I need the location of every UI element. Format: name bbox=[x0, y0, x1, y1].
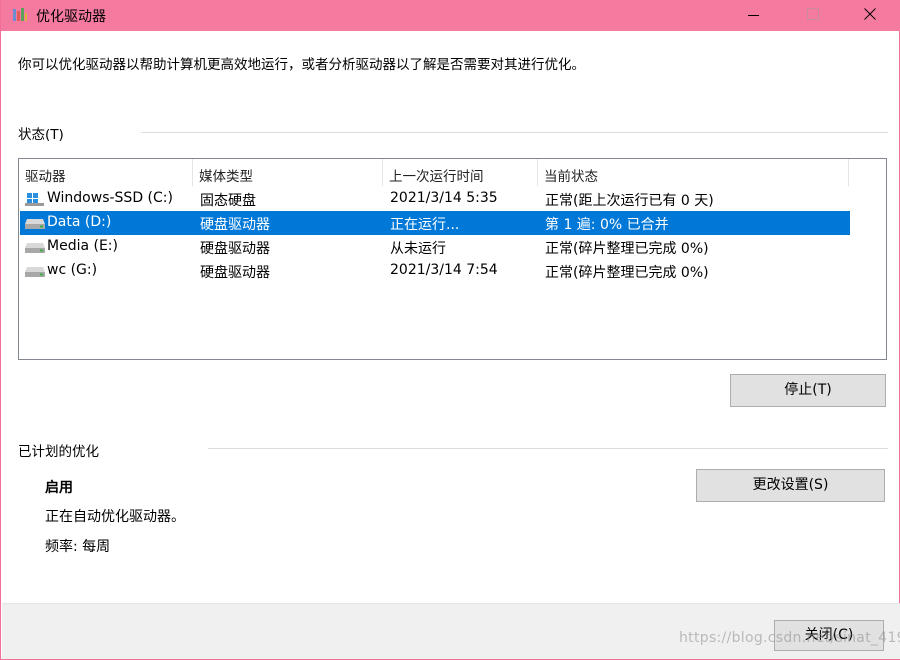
column-header-drive[interactable]: 驱动器 bbox=[19, 159, 193, 186]
drive-name: Windows-SSD (C:) bbox=[47, 190, 173, 206]
drive-row-e[interactable]: Media (E:) 硬盘驱动器 从未运行 正常(碎片整理已完成 0%) bbox=[20, 235, 850, 259]
status-group-label: 状态(T) bbox=[18, 127, 64, 143]
drive-row-d[interactable]: Data (D:) 硬盘驱动器 正在运行... 第 1 遍: 0% 已合并 bbox=[20, 211, 850, 235]
intro-text: 你可以优化驱动器以帮助计算机更高效地运行，或者分析驱动器以了解是否需要对其进行优… bbox=[18, 57, 585, 73]
drive-last-run: 从未运行 bbox=[390, 241, 446, 257]
stop-button-label: 停止(T) bbox=[784, 382, 832, 398]
drive-media: 硬盘驱动器 bbox=[200, 217, 270, 233]
drive-status: 正常(碎片整理已完成 0%) bbox=[545, 265, 709, 281]
drive-name: Data (D:) bbox=[47, 214, 112, 230]
hard-drive-icon bbox=[25, 219, 45, 229]
drive-name: Media (E:) bbox=[47, 238, 118, 254]
stop-button[interactable]: 停止(T) bbox=[730, 374, 886, 407]
defrag-app-icon bbox=[13, 8, 27, 21]
drive-last-run: 2021/3/14 7:54 bbox=[390, 262, 498, 278]
drive-media: 硬盘驱动器 bbox=[200, 265, 270, 281]
close-icon bbox=[864, 8, 876, 20]
drive-status: 正常(碎片整理已完成 0%) bbox=[545, 241, 709, 257]
hard-drive-icon bbox=[25, 243, 45, 253]
column-header-media[interactable]: 媒体类型 bbox=[193, 159, 383, 186]
drive-row-g[interactable]: wc (G:) 硬盘驱动器 2021/3/14 7:54 正常(碎片整理已完成 … bbox=[20, 259, 850, 283]
drive-status: 第 1 遍: 0% 已合并 bbox=[545, 217, 669, 233]
drive-media: 固态硬盘 bbox=[200, 193, 256, 209]
column-header-status[interactable]: 当前状态 bbox=[538, 159, 849, 186]
drive-status: 正常(距上次运行已有 0 天) bbox=[545, 193, 714, 209]
hard-drive-icon bbox=[25, 267, 45, 277]
drive-row-c[interactable]: Windows-SSD (C:) 固态硬盘 2021/3/14 5:35 正常(… bbox=[20, 187, 850, 211]
scheduled-group-divider bbox=[208, 448, 888, 449]
window-title: 优化驱动器 bbox=[36, 9, 106, 25]
drive-media: 硬盘驱动器 bbox=[200, 241, 270, 257]
schedule-frequency: 频率: 每周 bbox=[45, 539, 111, 555]
maximize-button[interactable] bbox=[789, 0, 835, 31]
change-settings-button[interactable]: 更改设置(S) bbox=[696, 469, 885, 502]
drive-last-run: 正在运行... bbox=[390, 217, 460, 233]
title-bar[interactable]: 优化驱动器 bbox=[1, 0, 900, 31]
change-settings-button-label: 更改设置(S) bbox=[752, 477, 829, 493]
close-window-button[interactable] bbox=[847, 0, 893, 31]
schedule-state: 启用 bbox=[45, 480, 73, 496]
windows-drive-icon bbox=[25, 193, 44, 206]
schedule-description: 正在自动优化驱动器。 bbox=[45, 509, 185, 525]
watermark-text: https://blog.csdn.net/sinat_41999 bbox=[679, 630, 900, 646]
scheduled-group-label: 已计划的优化 bbox=[18, 444, 99, 460]
drive-list[interactable]: 驱动器 媒体类型 上一次运行时间 当前状态 Windows-SSD (C:) 固… bbox=[18, 158, 887, 360]
drive-last-run: 2021/3/14 5:35 bbox=[390, 190, 498, 206]
drive-name: wc (G:) bbox=[47, 262, 98, 278]
minimize-button[interactable] bbox=[731, 0, 777, 31]
column-header-last-run[interactable]: 上一次运行时间 bbox=[383, 159, 538, 186]
status-group-divider bbox=[141, 132, 888, 133]
optimize-drives-window: 优化驱动器 你可以优化驱动器以帮助计算机更高效地运行，或者分析驱动器以了解是否需… bbox=[0, 0, 900, 660]
drive-list-header: 驱动器 媒体类型 上一次运行时间 当前状态 bbox=[19, 159, 886, 186]
